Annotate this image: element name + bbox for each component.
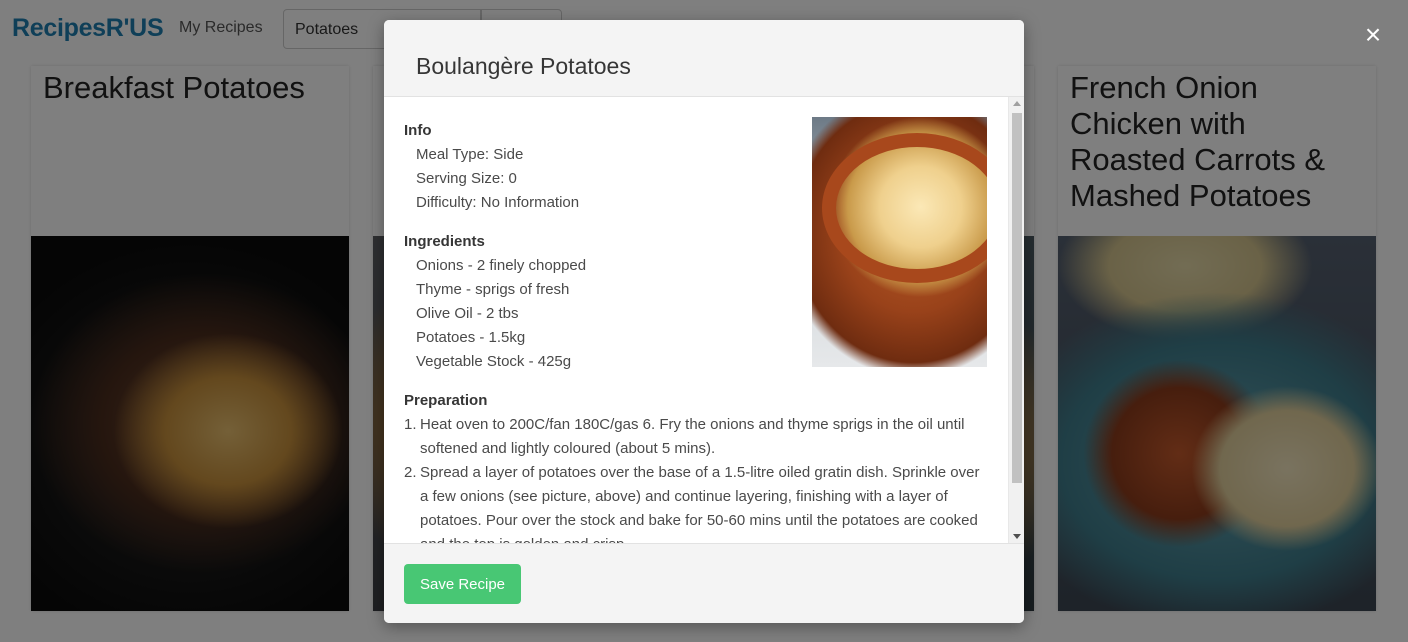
dish-rim (822, 133, 987, 283)
scroll-down-icon[interactable] (1013, 534, 1021, 539)
preparation-step: 2. Spread a layer of potatoes over the b… (404, 461, 984, 543)
step-text: Heat oven to 200C/fan 180C/gas 6. Fry th… (420, 416, 965, 457)
modal-body[interactable]: Info Meal Type: Side Serving Size: 0 Dif… (384, 97, 1024, 543)
modal-title: Boulangère Potatoes (416, 53, 631, 79)
preparation-step: 1. Heat oven to 200C/fan 180C/gas 6. Fry… (404, 413, 984, 461)
scroll-up-icon[interactable] (1013, 101, 1021, 106)
modal-footer: Save Recipe (384, 543, 1024, 623)
preparation-section: Preparation 1. Heat oven to 200C/fan 180… (404, 389, 984, 543)
close-icon[interactable]: × (1361, 21, 1385, 49)
recipe-image (812, 117, 987, 367)
step-text: Spread a layer of potatoes over the base… (420, 464, 980, 543)
recipe-modal: Boulangère Potatoes Info Meal Type: Side… (384, 20, 1024, 623)
modal-header: Boulangère Potatoes (384, 20, 1024, 97)
scrollbar[interactable] (1008, 97, 1024, 543)
preparation-heading: Preparation (404, 392, 488, 409)
scroll-thumb[interactable] (1012, 113, 1022, 483)
step-number: 1. (404, 416, 417, 433)
preparation-steps: 1. Heat oven to 200C/fan 180C/gas 6. Fry… (404, 413, 984, 543)
step-number: 2. (404, 464, 417, 481)
save-recipe-button[interactable]: Save Recipe (404, 564, 521, 604)
